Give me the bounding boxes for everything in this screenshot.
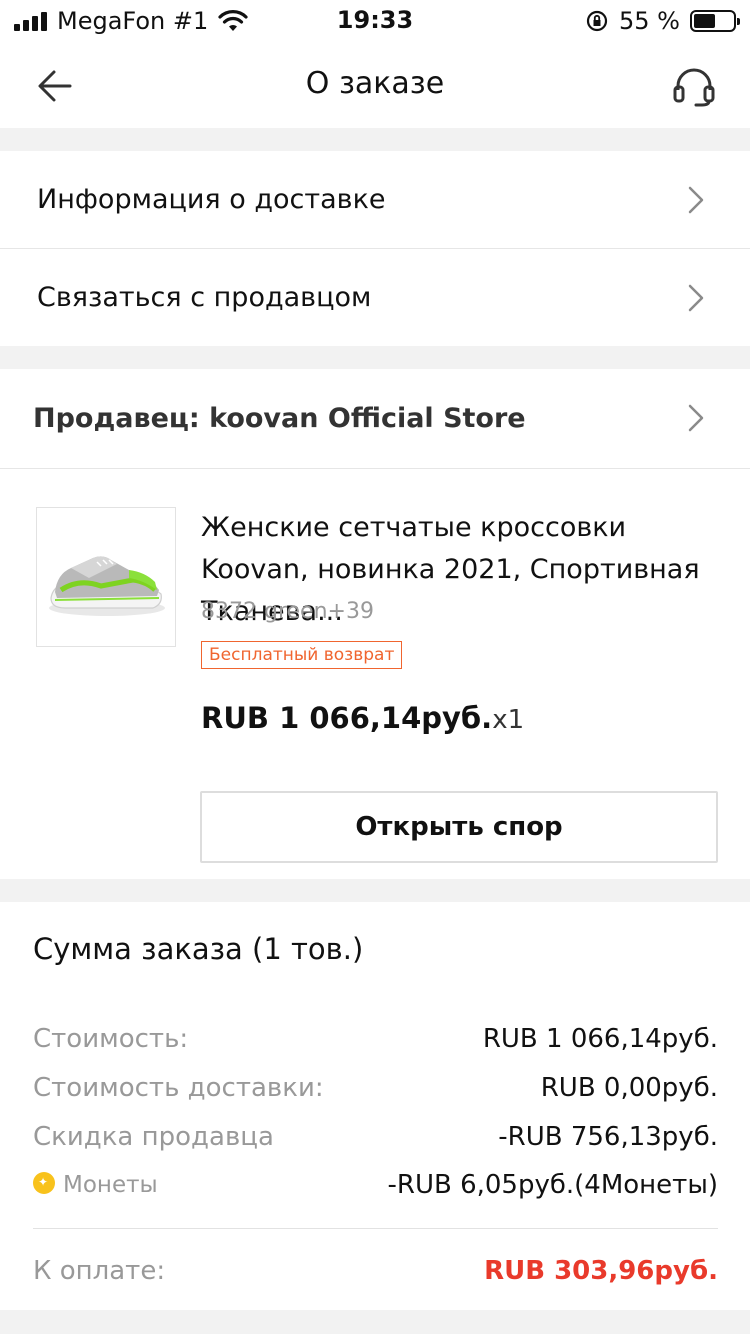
summary-value: -RUB 756,13руб.	[498, 1122, 718, 1152]
total-label: К оплате:	[33, 1256, 166, 1286]
summary-row-cost: Стоимость: RUB 1 066,14руб.	[33, 1024, 718, 1064]
product-quantity: x1	[492, 705, 525, 735]
battery-level-fill	[694, 14, 715, 28]
status-bar: MegaFon #1 19:33 55 %	[0, 0, 750, 44]
coin-icon	[33, 1171, 55, 1194]
summary-row-coins: Монеты -RUB 6,05руб.(4Монеты)	[33, 1170, 719, 1212]
coins-label-wrap: Монеты	[33, 1171, 158, 1198]
status-right: 55 %	[585, 6, 740, 36]
free-return-badge: Бесплатный возврат	[201, 641, 403, 669]
summary-value: RUB 1 066,14руб.	[482, 1024, 718, 1054]
sneaker-icon	[49, 556, 165, 616]
battery-icon	[690, 10, 740, 32]
nav-bar: О заказе	[0, 44, 750, 128]
summary-label: Стоимость:	[33, 1024, 189, 1054]
summary-row-total: К оплате: RUB 303,96руб.	[33, 1256, 718, 1296]
headset-icon	[673, 68, 715, 107]
summary-label: Скидка продавца	[33, 1122, 274, 1152]
order-menu-card: Информация о доставке Связаться с продав…	[0, 151, 750, 346]
summary-label: Стоимость доставки:	[33, 1073, 324, 1103]
seller-product-card: Продавец: koovan Official Store Женские …	[0, 369, 750, 879]
delivery-info-label: Информация о доставке	[37, 184, 386, 215]
product-item: Женские сетчатые кроссовки Koovan, новин…	[0, 469, 750, 879]
open-dispute-button[interactable]: Открыть спор	[200, 791, 718, 863]
product-image[interactable]	[36, 507, 176, 647]
contact-seller-label: Связаться с продавцом	[37, 282, 372, 313]
order-summary-card: Сумма заказа (1 тов.) Стоимость: RUB 1 0…	[0, 902, 750, 1310]
summary-value: -RUB 6,05руб.(4Монеты)	[387, 1170, 719, 1200]
summary-label: Монеты	[63, 1172, 158, 1198]
chevron-right-icon	[688, 186, 704, 214]
battery-percent: 55 %	[619, 7, 680, 35]
total-value: RUB 303,96руб.	[484, 1256, 718, 1286]
delivery-info-row[interactable]: Информация о доставке	[0, 151, 750, 248]
contact-seller-row[interactable]: Связаться с продавцом	[0, 249, 750, 346]
seller-label: Продавец: koovan Official Store	[33, 403, 526, 434]
product-sku: 8372 green+39	[201, 599, 374, 624]
chevron-right-icon	[688, 284, 704, 312]
product-price: RUB 1 066,14руб.	[201, 701, 493, 735]
seller-row[interactable]: Продавец: koovan Official Store	[0, 369, 750, 468]
summary-value: RUB 0,00руб.	[540, 1073, 718, 1103]
divider	[33, 1228, 718, 1229]
orientation-lock-icon	[586, 10, 608, 32]
product-price-line: RUB 1 066,14руб.x1	[201, 701, 524, 735]
chevron-right-icon	[688, 404, 704, 432]
summary-row-seller-discount: Скидка продавца -RUB 756,13руб.	[33, 1122, 718, 1162]
page-title: О заказе	[305, 66, 445, 101]
summary-row-shipping: Стоимость доставки: RUB 0,00руб.	[33, 1073, 718, 1113]
summary-title: Сумма заказа (1 тов.)	[33, 932, 364, 966]
support-button[interactable]	[668, 62, 720, 110]
